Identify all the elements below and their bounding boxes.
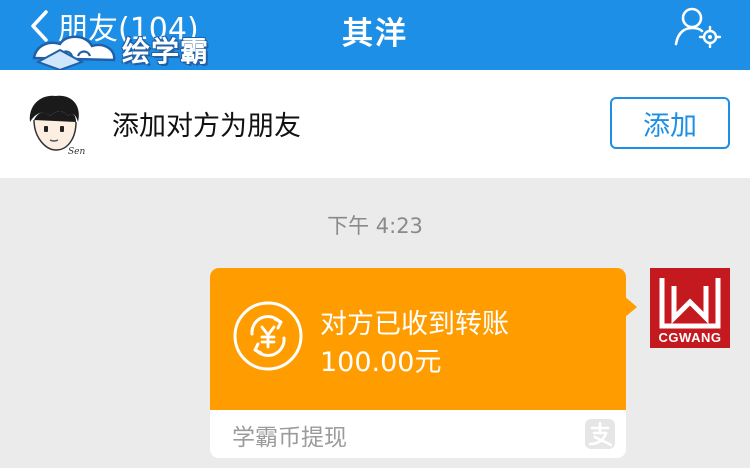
transfer-status: 对方已收到转账 xyxy=(320,309,509,340)
add-friend-prompt: 添加对方为朋友 xyxy=(112,111,301,142)
sender-avatar-label: CGWANG xyxy=(658,330,722,345)
sender-avatar[interactable]: CGWANG xyxy=(650,268,730,348)
yen-exchange-icon xyxy=(233,301,303,371)
profile-settings-icon[interactable] xyxy=(672,4,722,48)
cloud-logo-icon xyxy=(32,35,116,72)
avatar[interactable]: Sen xyxy=(20,92,90,158)
transfer-amount: 100.00元 xyxy=(320,347,442,378)
alipay-icon xyxy=(585,419,615,449)
svg-text:Sen: Sen xyxy=(68,147,85,157)
watermark-text: 绘学霸 xyxy=(122,35,210,68)
bubble-tail xyxy=(624,296,637,318)
watermark-logo: 绘学霸 xyxy=(30,28,230,72)
transfer-message-card[interactable]: 对方已收到转账 100.00元 学霸币提现 xyxy=(210,268,626,458)
add-friend-bar: Sen 添加对方为朋友 添加 xyxy=(0,70,750,178)
transfer-footer-label: 学霸币提现 xyxy=(232,425,347,451)
transfer-card-footer: 学霸币提现 xyxy=(210,410,626,458)
message-timestamp: 下午 4:23 xyxy=(327,214,423,238)
transfer-card-body: 对方已收到转账 100.00元 xyxy=(210,268,626,410)
nav-bar: 朋友(104) 其洋 绘学霸 xyxy=(0,0,750,72)
add-friend-button[interactable]: 添加 xyxy=(610,97,730,149)
